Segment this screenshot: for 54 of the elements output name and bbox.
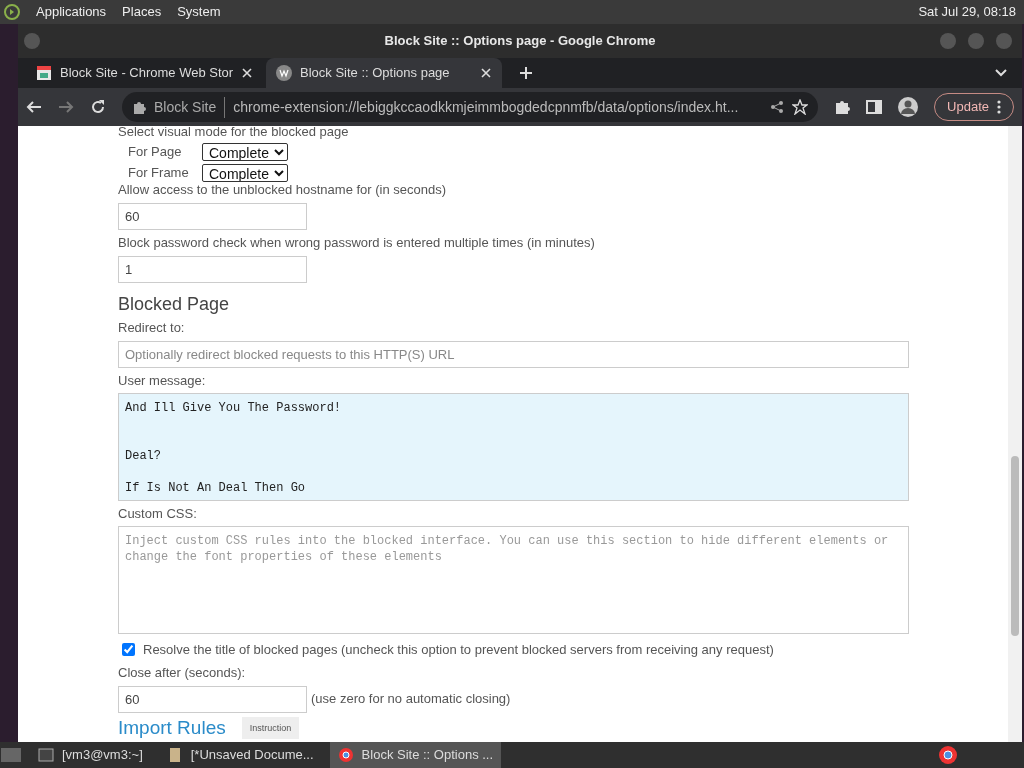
store-icon xyxy=(36,65,52,81)
share-icon[interactable] xyxy=(770,100,785,114)
extensions-icon[interactable] xyxy=(834,99,851,115)
puzzle-icon xyxy=(132,100,146,114)
taskbar-item[interactable]: [vm3@vm3:~] xyxy=(30,742,151,768)
side-panel-icon[interactable] xyxy=(866,99,883,115)
menu-item[interactable]: Applications xyxy=(36,2,107,22)
field-label: Allow access to the unblocked hostname for (in seconds) xyxy=(118,182,448,198)
input-field[interactable]: 60 xyxy=(118,203,307,230)
chrome-icon xyxy=(337,747,354,763)
browser-tab[interactable]: Block Site - Chrome Web Stor xyxy=(26,58,262,88)
taskbar-item[interactable]: Block Site :: Options ... xyxy=(329,742,502,768)
field-label: Select visual mode for the blocked page xyxy=(118,126,350,140)
mode-select[interactable]: Complete xyxy=(202,164,288,182)
chrome-icon[interactable] xyxy=(938,745,958,765)
browser-tab[interactable]: Block Site :: Options page xyxy=(266,58,502,88)
input-field[interactable]: 60 xyxy=(118,685,307,713)
terminal-icon xyxy=(38,747,54,763)
clock: Sat Jul 29, 08:18 xyxy=(918,3,1017,22)
input-field[interactable]: 1 xyxy=(118,256,307,283)
new-tab-icon[interactable] xyxy=(518,65,534,81)
profile-icon[interactable] xyxy=(898,97,919,117)
site-name: Block Site xyxy=(154,97,217,117)
gnome-foot-icon[interactable] xyxy=(4,4,20,20)
star-icon[interactable] xyxy=(792,99,809,115)
forward-icon xyxy=(58,99,74,115)
text-area[interactable]: Inject custom CSS rules into the blocked interface. You can use this section to hide different elements or change the font properties of these elements xyxy=(118,526,909,634)
close-icon[interactable] xyxy=(241,67,254,79)
instruction-button[interactable]: Instruction xyxy=(241,716,300,739)
address-bar[interactable]: Block Site chrome-extension://lebiggkccaodkkmjeimmbogdedcpnmfb/data/options/index.ht... xyxy=(122,92,819,122)
field-label: Block password check when wrong password is entered multiple times (in minutes) xyxy=(118,235,596,251)
text-area[interactable]: And Ill Give You The Password! Deal? If Is Not An Deal Then Go xyxy=(118,393,909,501)
close-icon[interactable] xyxy=(480,67,492,79)
mode-select[interactable]: Complete xyxy=(202,143,288,161)
section-heading: Import Rules xyxy=(118,716,226,739)
url-text: chrome-extension://lebiggkccaodkkmjeimmbogdedcpnmfb/data/options/index.ht... xyxy=(224,96,739,118)
back-icon[interactable] xyxy=(26,99,42,115)
taskbar-item[interactable]: [*Unsaved Docume... xyxy=(158,742,322,768)
window-title: Block Site :: Options page - Google Chrome xyxy=(384,32,656,51)
checkbox[interactable] xyxy=(122,643,135,657)
field-label: For Page xyxy=(128,143,183,162)
field-label: For Frame xyxy=(128,164,190,183)
section-heading: Blocked Page xyxy=(118,293,231,315)
reload-icon[interactable] xyxy=(90,99,106,115)
more-icon xyxy=(997,100,1001,114)
menu-item[interactable]: System xyxy=(177,2,221,22)
input-field[interactable]: Optionally redirect blocked requests to this HTTP(S) URL xyxy=(118,341,909,368)
field-label: User message: xyxy=(118,373,207,389)
checkbox-label: Resolve the title of blocked pages (uncheck this option to prevent blocked servers from receiving any request) xyxy=(143,641,774,659)
hint-text: (use zero for no automatic closing) xyxy=(311,690,511,709)
field-label: Custom CSS: xyxy=(118,506,198,522)
field-label: Redirect to: xyxy=(118,320,186,336)
menu-item[interactable]: Places xyxy=(122,2,162,22)
field-label: Close after (seconds): xyxy=(118,664,247,681)
